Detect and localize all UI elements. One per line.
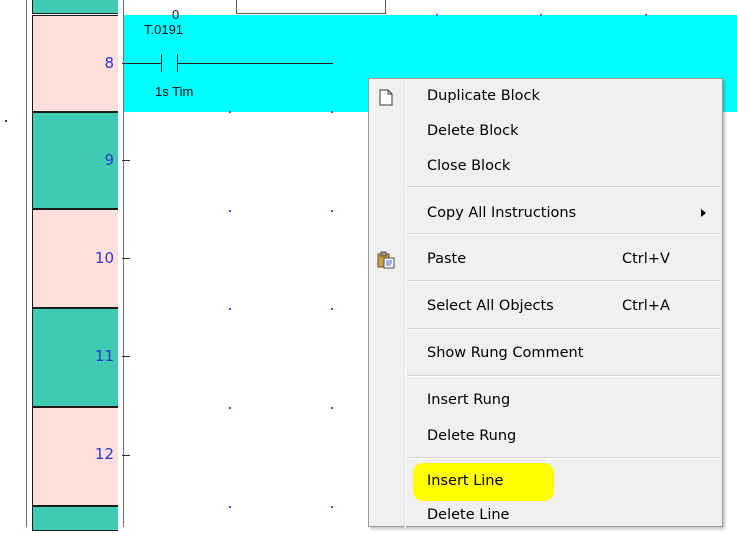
contact-left-bar	[161, 54, 162, 72]
grid-dot	[436, 14, 438, 16]
grid-dot	[331, 308, 333, 310]
clipboard-paste-icon	[377, 251, 395, 269]
menu-item-insert-line[interactable]: Insert Line	[369, 465, 722, 499]
menu-separator	[407, 328, 720, 330]
menu-item-label: Close Block	[427, 158, 511, 174]
rung-number: 11	[94, 347, 114, 365]
menu-item-delete-line[interactable]: Delete Line	[369, 499, 722, 533]
grid-dot	[229, 111, 231, 113]
power-rail-tick	[122, 356, 130, 357]
rung-cell-13[interactable]	[32, 506, 118, 531]
margin-marker	[5, 120, 7, 122]
grid-dot	[331, 111, 333, 113]
power-rail-tick	[122, 455, 130, 456]
menu-separator	[407, 375, 720, 377]
power-rail-tick	[122, 63, 130, 64]
menu-item-copy-all-instructions[interactable]: Copy All Instructions	[369, 197, 722, 231]
grid-dot	[229, 407, 231, 409]
menu-item-select-all-objects[interactable]: Select All Objects Ctrl+A	[369, 290, 722, 324]
contact-left-wire	[130, 63, 161, 64]
power-rail-tick	[122, 160, 130, 161]
rung-number: 9	[104, 151, 114, 169]
contact-value: 0	[172, 7, 180, 22]
menu-item-close-block[interactable]: Close Block	[369, 150, 722, 184]
menu-separator	[407, 457, 720, 459]
rung-number: 10	[94, 249, 114, 267]
grid-dot	[331, 210, 333, 212]
editor-left-margin	[0, 0, 26, 527]
menu-item-insert-rung[interactable]: Insert Rung	[369, 384, 722, 418]
document-icon	[379, 89, 393, 106]
rung-cell-11[interactable]: 11	[32, 308, 118, 407]
contact-right-wire	[177, 63, 333, 64]
menu-item-label: Show Rung Comment	[427, 345, 584, 361]
grid-dot	[331, 407, 333, 409]
menu-item-label: Paste	[427, 251, 467, 267]
contact-address: T.0191	[144, 22, 184, 37]
context-menu: Duplicate Block Delete Block Close Block…	[368, 78, 723, 528]
rung-cell-12[interactable]: 12	[32, 407, 118, 506]
menu-separator	[407, 233, 720, 235]
rung-number: 12	[94, 445, 114, 463]
rung-number: 8	[104, 54, 114, 72]
menu-item-label: Select All Objects	[427, 298, 554, 314]
grid-dot	[331, 506, 333, 508]
menu-item-shortcut: Ctrl+V	[622, 251, 670, 267]
menu-item-label: Insert Line	[427, 473, 504, 489]
contact-comment: 1s Tim	[155, 84, 194, 99]
menu-item-show-rung-comment[interactable]: Show Rung Comment	[369, 337, 722, 371]
power-rail-tick	[122, 258, 130, 259]
menu-item-label: Duplicate Block	[427, 88, 540, 104]
rung-number-column: 8 9 10 11 12	[26, 0, 124, 531]
menu-item-delete-rung[interactable]: Delete Rung	[369, 420, 722, 454]
rung-cell-9[interactable]: 9	[32, 112, 118, 209]
menu-item-label: Insert Rung	[427, 392, 511, 408]
menu-separator	[407, 186, 720, 188]
grid-dot	[540, 14, 542, 16]
submenu-arrow-icon	[701, 209, 706, 217]
menu-item-paste[interactable]: Paste Ctrl+V	[369, 243, 722, 277]
rung-cell-7	[32, 0, 118, 14]
menu-item-label: Delete Block	[427, 123, 519, 139]
menu-item-label: Delete Line	[427, 507, 510, 523]
menu-item-delete-block[interactable]: Delete Block	[369, 115, 722, 149]
menu-item-shortcut: Ctrl+A	[622, 298, 670, 314]
menu-separator	[407, 280, 720, 282]
rung-cell-10[interactable]: 10	[32, 209, 118, 308]
menu-item-duplicate-block[interactable]: Duplicate Block	[369, 80, 722, 114]
grid-dot	[229, 506, 231, 508]
block-header-box	[236, 0, 386, 14]
menu-item-label: Delete Rung	[427, 428, 517, 444]
grid-dot	[229, 308, 231, 310]
menu-item-label: Copy All Instructions	[427, 205, 577, 221]
grid-dot	[645, 14, 647, 16]
rung-cell-8[interactable]: 8	[32, 15, 118, 112]
grid-dot	[229, 210, 231, 212]
